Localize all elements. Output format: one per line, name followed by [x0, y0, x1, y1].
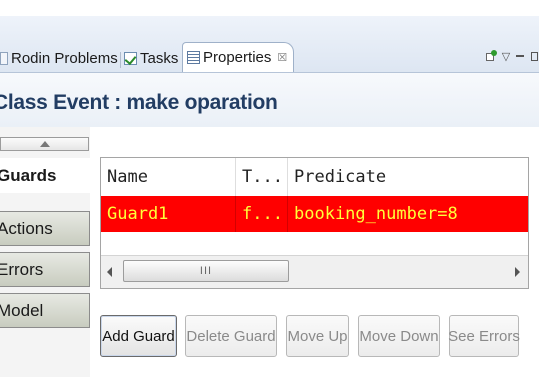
maximize-icon[interactable]	[529, 50, 539, 62]
problems-icon	[0, 51, 8, 65]
add-guard-button[interactable]: Add Guard	[100, 315, 177, 357]
tab-label: Rodin Problems	[11, 49, 118, 67]
sidebar-item-label: Model	[0, 300, 44, 320]
view-menu-icon[interactable]: ▽	[501, 50, 511, 63]
tab-tasks[interactable]: Tasks	[124, 46, 178, 70]
move-down-button[interactable]: Move Down	[358, 315, 440, 357]
sidebar-item-label: Actions	[0, 218, 53, 238]
table-cell-type[interactable]: f...	[236, 196, 288, 232]
sidebar-item-guards[interactable]: Guards	[0, 158, 90, 193]
scroll-left-arrow-icon[interactable]	[107, 267, 112, 277]
table-header: Name T... Predicate	[101, 158, 528, 197]
close-icon[interactable]: ☒	[277, 51, 287, 64]
horizontal-scrollbar[interactable]: III	[101, 255, 528, 288]
view-toolbar: ▽	[485, 50, 539, 63]
pin-to-selection-icon[interactable]	[485, 50, 497, 62]
properties-icon	[187, 51, 200, 64]
tab-properties[interactable]: Properties ☒	[182, 42, 294, 72]
guards-table: Name T... Predicate Guard1 f... booking_…	[100, 157, 529, 289]
window-top-strip	[0, 0, 539, 16]
column-header-predicate[interactable]: Predicate	[288, 158, 528, 196]
column-header-type[interactable]: T...	[236, 158, 288, 196]
column-header-name[interactable]: Name	[101, 158, 236, 196]
sidebar-scroll-up-button[interactable]	[0, 137, 89, 151]
table-cell-predicate[interactable]: booking_number=8	[288, 196, 528, 232]
sidebar-item-label: Guards	[0, 165, 57, 185]
table-cell-name[interactable]: Guard1	[101, 196, 236, 232]
sidebar-item-model[interactable]: Model	[0, 293, 90, 328]
view-tab-bar: Rodin Problems Tasks Properties ☒ ▽	[0, 16, 539, 73]
sidebar-item-actions[interactable]: Actions	[0, 211, 90, 246]
move-up-button[interactable]: Move Up	[286, 315, 349, 357]
tab-rodin-problems[interactable]: Rodin Problems	[0, 46, 118, 70]
tab-label: Tasks	[140, 49, 179, 67]
scrollbar-thumb[interactable]: III	[123, 260, 289, 282]
tab-label: Properties	[203, 49, 272, 66]
sidebar-item-errors[interactable]: Errors	[0, 252, 90, 287]
delete-guard-button[interactable]: Delete Guard	[185, 315, 277, 357]
see-errors-button[interactable]: See Errors	[448, 315, 520, 357]
sidebar-item-label: Errors	[0, 259, 44, 279]
scroll-right-arrow-icon[interactable]	[515, 267, 520, 277]
page-title: Class Event : make oparation	[0, 91, 278, 114]
minimize-icon[interactable]	[515, 50, 525, 62]
tab-separator	[120, 52, 121, 68]
tasks-icon	[124, 51, 137, 65]
triangle-up-icon	[39, 141, 50, 147]
table-row[interactable]: Guard1 f... booking_number=8	[101, 196, 528, 232]
